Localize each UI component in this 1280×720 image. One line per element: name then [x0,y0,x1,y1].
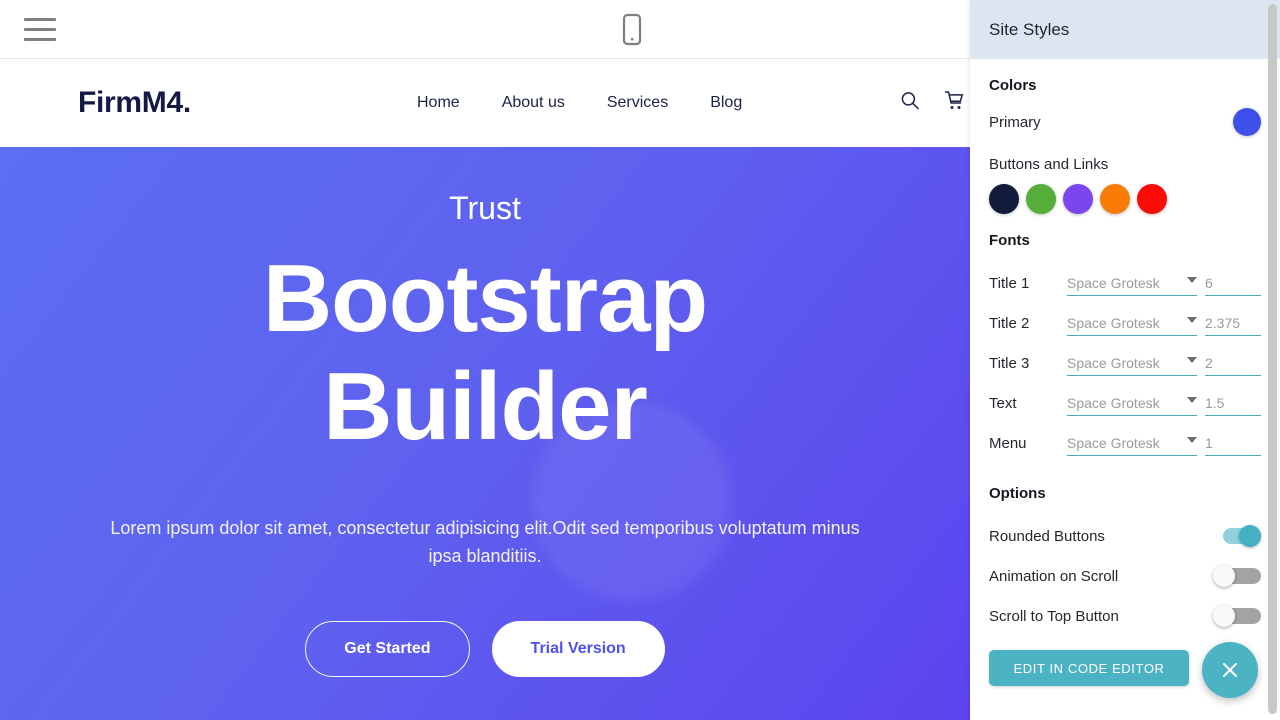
panel-header: Site Styles [970,0,1280,59]
hero-kicker: Trust [449,190,521,226]
font-family-value-title-2: Space Grotesk [1067,314,1160,331]
font-family-select-title-1[interactable]: Space Grotesk [1067,270,1197,296]
nav-item-services[interactable]: Services [586,94,689,112]
toggle-knob [1213,605,1235,627]
toggle-rounded-buttons[interactable] [1213,525,1261,547]
hamburger-bar [24,37,56,41]
font-row-title-3: Title 3 Space Grotesk 2 [989,343,1261,383]
panel-title: Site Styles [989,19,1070,39]
font-label-menu: Menu [989,434,1027,452]
close-x-icon [1223,663,1237,677]
font-row-menu: Menu Space Grotesk 1 [989,423,1261,463]
site-preview-canvas: FirmM4. Home About us Services Blog Trus… [0,59,970,720]
color-swatch-green[interactable] [1026,184,1056,214]
font-family-select-menu[interactable]: Space Grotesk [1067,430,1197,456]
font-size-input-title-1[interactable]: 6 [1205,270,1261,296]
primary-color-label: Primary [989,113,1041,131]
site-nav: Home About us Services Blog [396,94,763,112]
hero-actions: Get Started Trial Version [0,621,970,678]
site-styles-panel: Site Styles Colors Primary Buttons and L… [970,0,1280,720]
font-label-title-1: Title 1 [989,274,1030,292]
hero-title-line-1: Bootstrap [262,245,708,353]
chevron-down-icon [1187,277,1197,283]
font-row-title-1: Title 1 Space Grotesk 6 [989,263,1261,303]
font-size-input-text[interactable]: 1.5 [1205,390,1261,416]
option-label-rounded-buttons: Rounded Buttons [989,527,1105,545]
buttons-links-label: Buttons and Links [989,156,1109,173]
builder-toolbar [0,0,970,59]
color-swatch-navy[interactable] [989,184,1019,214]
hamburger-bar [24,27,56,31]
option-label-scroll-to-top-button: Scroll to Top Button [989,607,1119,625]
get-started-button[interactable]: Get Started [305,621,470,678]
site-logo[interactable]: FirmM4. [78,86,191,120]
font-label-title-3: Title 3 [989,354,1030,372]
font-family-value-text: Space Grotesk [1067,394,1160,411]
hero-title-line-2: Builder [323,352,648,460]
font-row-title-2: Title 2 Space Grotesk 2.375 [989,303,1261,343]
toggle-knob [1239,525,1261,547]
primary-color-swatch[interactable] [1233,108,1261,136]
toggle-animation-on-scroll[interactable] [1213,565,1261,587]
site-header: FirmM4. Home About us Services Blog [0,59,970,147]
trial-version-button[interactable]: Trial Version [491,621,665,678]
site-header-icons [900,91,964,116]
hero-section: Trust Bootstrap Builder Lorem ipsum dolo… [0,147,970,720]
chevron-down-icon [1187,357,1197,363]
font-row-text: Text Space Grotesk 1.5 [989,383,1261,423]
fonts-section-heading: Fonts [989,232,1030,249]
font-family-value-menu: Space Grotesk [1067,434,1160,451]
option-label-animation-on-scroll: Animation on Scroll [989,567,1119,585]
chevron-down-icon [1187,397,1197,403]
font-size-input-title-2[interactable]: 2.375 [1205,310,1261,336]
colors-section-heading: Colors [989,77,1037,94]
search-icon[interactable] [900,91,920,116]
color-swatch-red[interactable] [1137,184,1167,214]
nav-item-home[interactable]: Home [396,94,481,112]
close-panel-button[interactable] [1202,642,1258,698]
cart-icon[interactable] [944,91,964,116]
chevron-down-icon [1187,317,1197,323]
chevron-down-icon [1187,437,1197,443]
edit-in-code-editor-button[interactable]: EDIT IN CODE EDITOR [989,650,1189,686]
font-label-title-2: Title 2 [989,314,1030,332]
hamburger-menu-icon[interactable] [24,14,56,44]
panel-body: Colors Primary Buttons and Links Fonts T… [970,59,1280,720]
font-size-input-menu[interactable]: 1 [1205,430,1261,456]
font-label-text: Text [989,394,1017,412]
buttons-links-swatches [989,184,1261,214]
font-family-select-title-3[interactable]: Space Grotesk [1067,350,1197,376]
font-family-select-title-2[interactable]: Space Grotesk [1067,310,1197,336]
font-family-select-text[interactable]: Space Grotesk [1067,390,1197,416]
color-swatch-orange[interactable] [1100,184,1130,214]
mobile-device-preview-icon[interactable] [617,12,647,48]
toggle-scroll-to-top-button[interactable] [1213,605,1261,627]
primary-color-row: Primary [989,108,1261,136]
hero-subtitle: Lorem ipsum dolor sit amet, consectetur … [110,518,860,567]
page-scrollbar[interactable] [1268,4,1277,714]
color-swatch-purple[interactable] [1063,184,1093,214]
hamburger-bar [24,17,56,21]
option-row-scroll-to-top-button: Scroll to Top Button [989,596,1261,636]
font-size-input-title-3[interactable]: 2 [1205,350,1261,376]
options-section-heading: Options [989,485,1046,502]
builder-app: FirmM4. Home About us Services Blog Trus… [0,0,1280,720]
hero-title: Bootstrap Builder [0,245,970,460]
font-family-value-title-3: Space Grotesk [1067,354,1160,371]
nav-item-about-us[interactable]: About us [481,94,586,112]
nav-item-blog[interactable]: Blog [689,94,763,112]
font-family-value-title-1: Space Grotesk [1067,274,1160,291]
toggle-knob [1213,565,1235,587]
option-row-rounded-buttons: Rounded Buttons [989,516,1261,556]
option-row-animation-on-scroll: Animation on Scroll [989,556,1261,596]
